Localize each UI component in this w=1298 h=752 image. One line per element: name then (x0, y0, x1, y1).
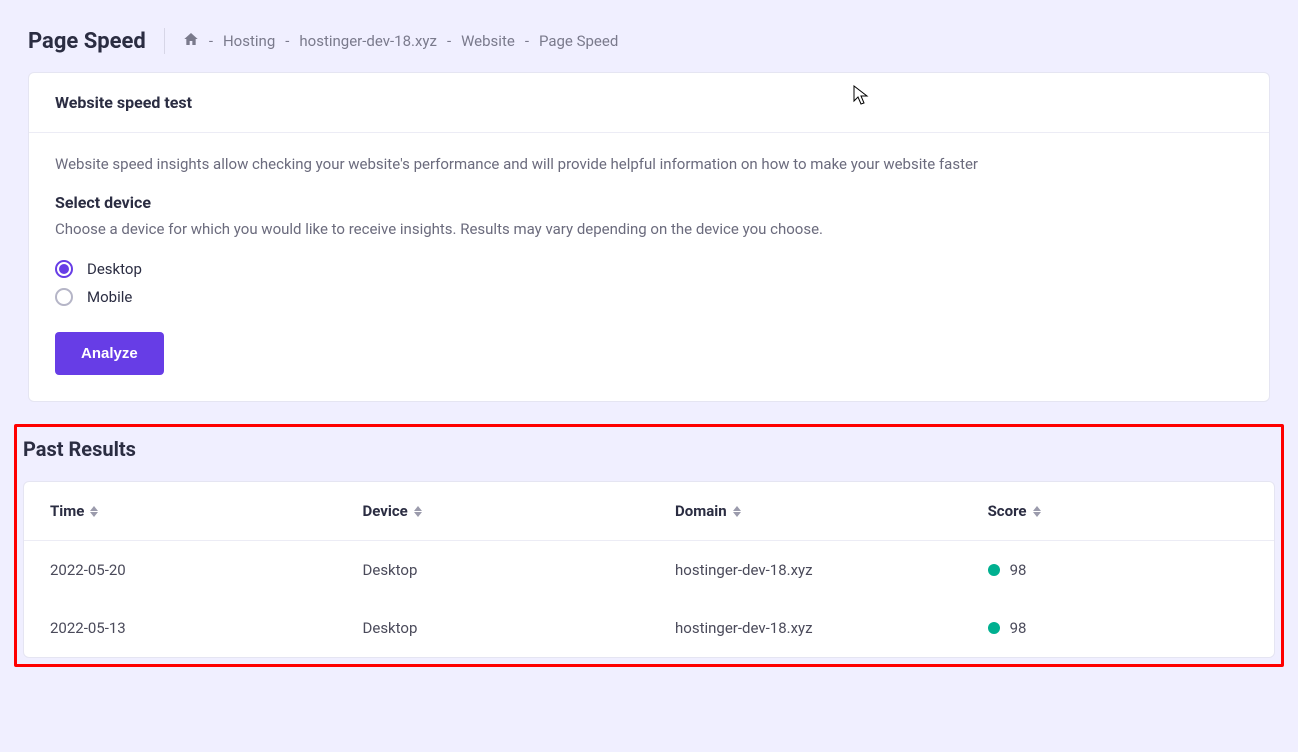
score-value: 98 (1010, 619, 1027, 637)
page-header: Page Speed - Hosting - hostinger-dev-18.… (28, 0, 1270, 72)
speed-test-card-body: Website speed insights allow checking yo… (29, 133, 1269, 401)
table-row[interactable]: 2022-05-13 Desktop hostinger-dev-18.xyz … (24, 599, 1274, 657)
speed-test-card-header: Website speed test (29, 73, 1269, 133)
table-row[interactable]: 2022-05-20 Desktop hostinger-dev-18.xyz … (24, 541, 1274, 599)
sort-icon (414, 506, 422, 517)
cell-score: 98 (988, 619, 1248, 637)
speed-test-description: Website speed insights allow checking yo… (55, 155, 1243, 173)
cell-score: 98 (988, 561, 1248, 579)
breadcrumb-sep: - (525, 32, 529, 50)
breadcrumb-sep: - (447, 32, 451, 50)
device-option-mobile[interactable]: Mobile (55, 288, 1243, 306)
breadcrumb-domain[interactable]: hostinger-dev-18.xyz (299, 32, 437, 50)
past-results-title: Past Results (23, 437, 1275, 461)
table-header-row: Time Device Domain (24, 482, 1274, 541)
breadcrumb-website[interactable]: Website (461, 32, 515, 50)
cell-time: 2022-05-20 (50, 561, 363, 579)
sort-icon (733, 506, 741, 517)
score-indicator-dot (988, 564, 1000, 576)
header-divider (164, 28, 165, 54)
home-icon[interactable] (183, 31, 199, 51)
breadcrumb: - Hosting - hostinger-dev-18.xyz - Websi… (183, 31, 618, 51)
column-header-device[interactable]: Device (363, 502, 676, 520)
column-header-domain[interactable]: Domain (675, 502, 988, 520)
analyze-button[interactable]: Analyze (55, 332, 164, 375)
select-device-label: Select device (55, 193, 1243, 212)
cell-domain: hostinger-dev-18.xyz (675, 561, 988, 579)
breadcrumb-sep: - (209, 32, 213, 50)
speed-test-card: Website speed test Website speed insight… (28, 72, 1270, 402)
column-header-label: Time (50, 502, 84, 520)
breadcrumb-pagespeed[interactable]: Page Speed (539, 32, 618, 50)
radio-icon-unselected (55, 288, 73, 306)
breadcrumb-sep: - (285, 32, 289, 50)
speed-test-title: Website speed test (55, 93, 1243, 112)
score-value: 98 (1010, 561, 1027, 579)
device-radio-group: Desktop Mobile (55, 260, 1243, 306)
cell-domain: hostinger-dev-18.xyz (675, 619, 988, 637)
past-results-table: Time Device Domain (23, 481, 1275, 658)
sort-icon (1033, 506, 1041, 517)
column-header-label: Score (988, 502, 1027, 520)
column-header-label: Domain (675, 502, 727, 520)
column-header-time[interactable]: Time (50, 502, 363, 520)
sort-icon (90, 506, 98, 517)
page-title: Page Speed (28, 29, 146, 54)
device-option-desktop[interactable]: Desktop (55, 260, 1243, 278)
cell-device: Desktop (363, 561, 676, 579)
cell-time: 2022-05-13 (50, 619, 363, 637)
past-results-highlight: Past Results Time Device Domain (14, 424, 1284, 667)
radio-icon-selected (55, 260, 73, 278)
device-option-label: Mobile (87, 288, 132, 306)
score-indicator-dot (988, 622, 1000, 634)
breadcrumb-hosting[interactable]: Hosting (223, 32, 275, 50)
column-header-label: Device (363, 502, 408, 520)
device-option-label: Desktop (87, 260, 142, 278)
select-device-help: Choose a device for which you would like… (55, 220, 1243, 238)
column-header-score[interactable]: Score (988, 502, 1248, 520)
cell-device: Desktop (363, 619, 676, 637)
